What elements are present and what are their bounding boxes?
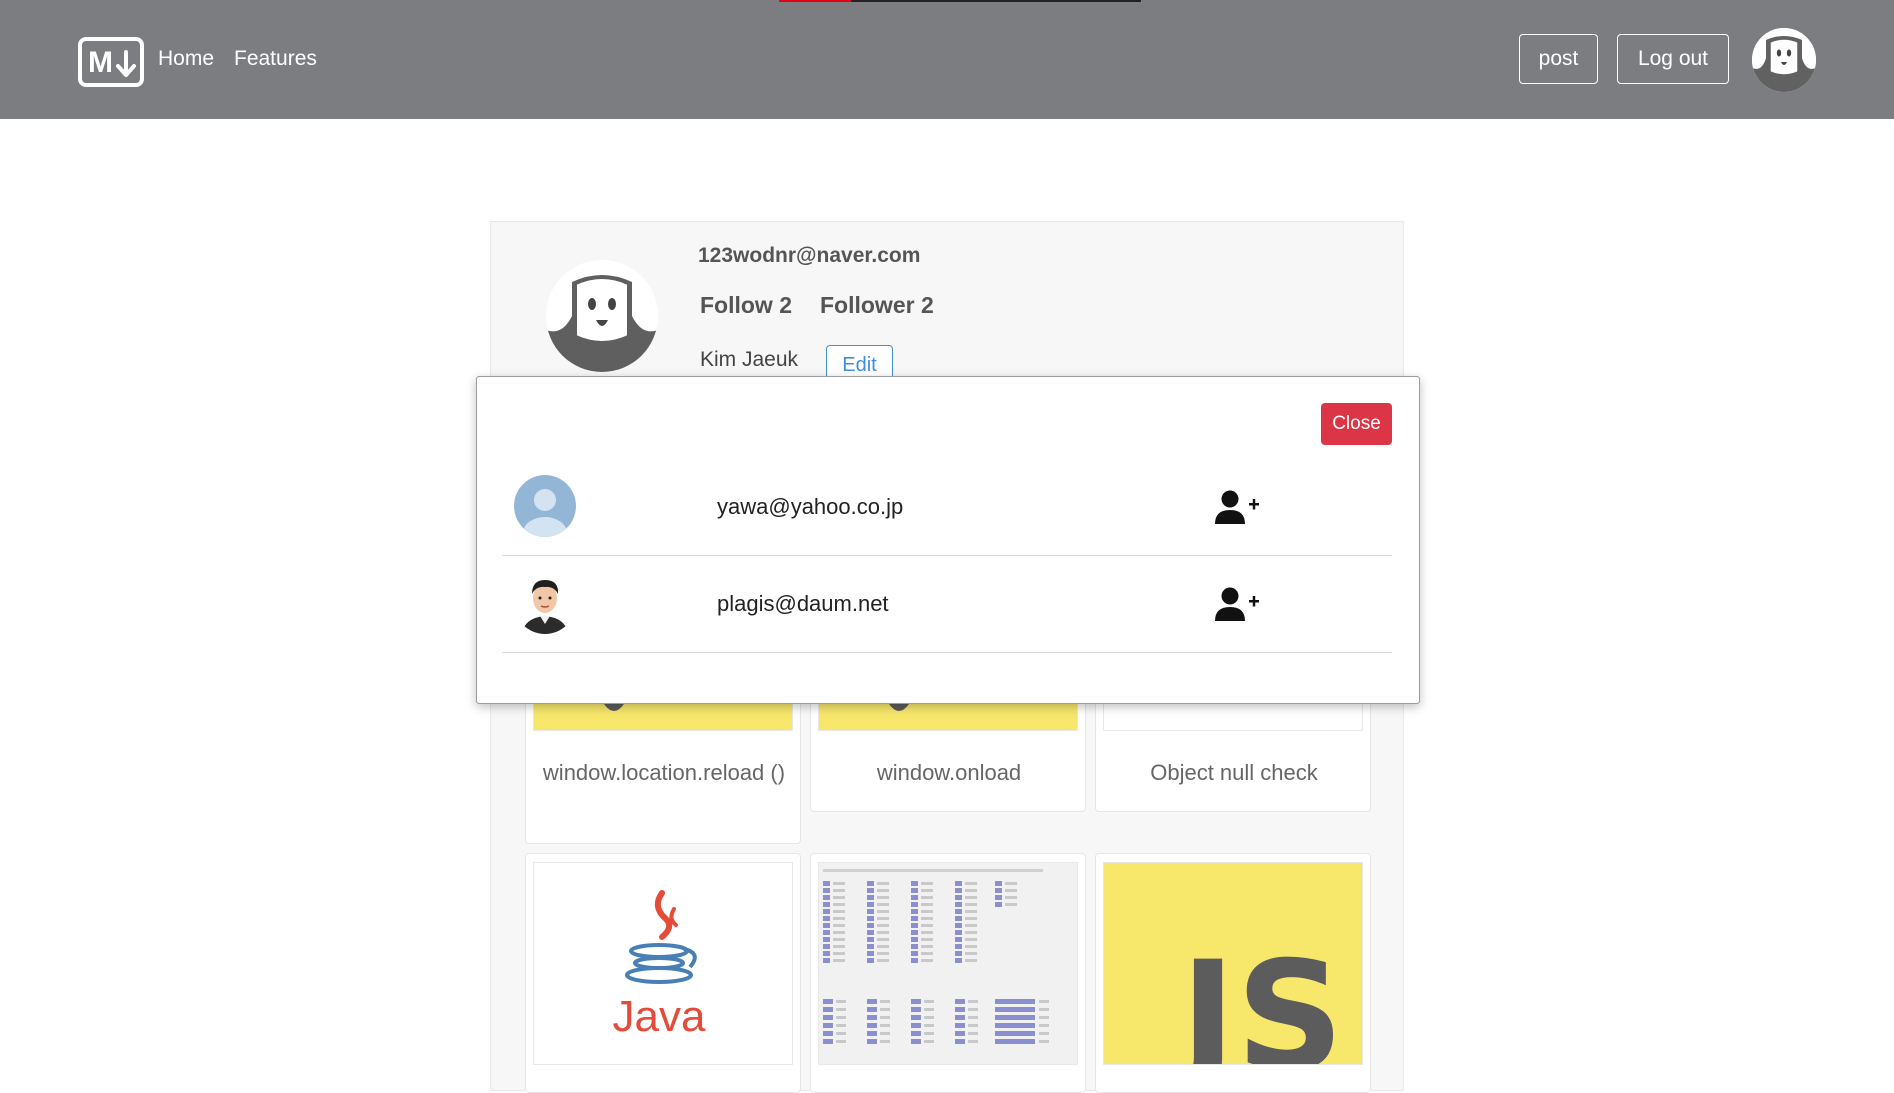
loading-bar-fill	[779, 0, 851, 2]
post-title: window.onload	[876, 760, 1022, 785]
java-logo-text: Java	[613, 992, 706, 1041]
user-avatar[interactable]	[1752, 28, 1816, 92]
cup-face-icon	[1752, 28, 1816, 92]
nav-link-home[interactable]: Home	[158, 46, 214, 72]
nav-link-features[interactable]: Features	[234, 46, 317, 72]
man-face-icon	[514, 572, 576, 634]
keycode-table-image	[823, 869, 1049, 1044]
java-logo-thumbnail: Java	[533, 862, 793, 1065]
js-logo-text: JS	[1171, 930, 1344, 1065]
logout-button[interactable]: Log out	[1617, 34, 1729, 84]
user-list-item[interactable]: yawa@yahoo.co.jp	[502, 459, 1392, 556]
profile-avatar	[546, 260, 658, 372]
java-logo-icon: Java	[613, 890, 706, 1041]
user-email[interactable]: yawa@yahoo.co.jp	[717, 494, 903, 520]
post-card[interactable]: Java	[525, 853, 801, 1093]
cup-face-icon	[546, 260, 658, 372]
post-card[interactable]: JS	[1095, 853, 1371, 1093]
keycode-table-thumbnail	[818, 862, 1078, 1065]
js-logo-thumbnail: JS	[1103, 862, 1363, 1065]
cartoon-man-avatar	[514, 572, 576, 634]
post-title: Object null check	[1150, 760, 1318, 785]
profile-name: Kim Jaeuk	[700, 348, 799, 371]
default-user-icon	[514, 475, 576, 537]
edit-button[interactable]: Edit	[826, 345, 893, 379]
add-user-icon[interactable]	[1215, 587, 1261, 623]
post-title: window.location.reload ()	[542, 760, 786, 785]
close-button[interactable]: Close	[1321, 403, 1392, 445]
post-card[interactable]: window.location.reload ()	[525, 680, 801, 844]
down-arrow-icon	[116, 50, 136, 77]
follower-count[interactable]: Follower 2	[820, 292, 934, 319]
brand-logo-letter: M	[88, 46, 113, 79]
js-logo-icon: JS	[1171, 930, 1344, 1065]
user-list-item[interactable]: plagis@daum.net	[502, 556, 1392, 653]
follow-count[interactable]: Follow 2	[700, 292, 792, 319]
default-avatar	[514, 475, 576, 537]
user-email[interactable]: plagis@daum.net	[717, 591, 889, 617]
post-button[interactable]: post	[1519, 34, 1598, 84]
add-user-icon[interactable]	[1215, 490, 1261, 526]
post-card[interactable]	[810, 853, 1086, 1093]
brand-logo[interactable]: M	[78, 37, 144, 87]
profile-email: 123wodnr@naver.com	[698, 244, 921, 267]
